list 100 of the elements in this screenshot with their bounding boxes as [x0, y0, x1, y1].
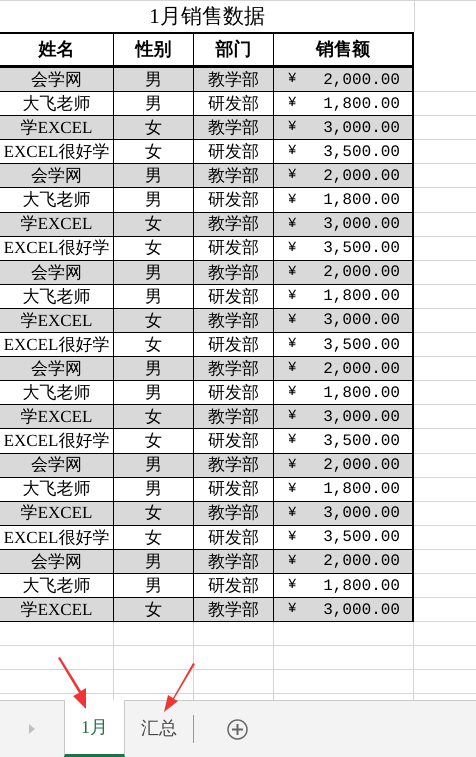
amount: 3,000.00 — [323, 600, 400, 621]
table-cell: EXCEL很好学 — [0, 140, 114, 164]
table-cell: 教学部 — [194, 164, 274, 188]
table-cell: 学EXCEL — [0, 116, 114, 140]
table-cell: 研发部 — [194, 478, 274, 501]
table-cell: 男 — [114, 164, 194, 188]
currency-symbol: ¥ — [288, 70, 296, 90]
currency-symbol: ¥ — [288, 238, 296, 258]
table-cell: 研发部 — [194, 92, 274, 116]
table-cell: 女 — [114, 502, 194, 525]
amount: 3,000.00 — [323, 406, 400, 428]
table-cell: 女 — [114, 140, 194, 164]
table-cell: 研发部 — [194, 526, 274, 549]
amount: 1,800.00 — [323, 382, 400, 404]
table-cell: 教学部 — [194, 308, 274, 332]
table-cell: 学EXCEL — [0, 308, 114, 332]
table-cell: 男 — [114, 574, 194, 598]
table-cell: 大飞老师 — [0, 92, 114, 116]
table-cell: 教学部 — [194, 68, 274, 92]
amount: 3,000.00 — [323, 118, 400, 139]
table-cell: 男 — [114, 260, 194, 284]
table-cell: 研发部 — [194, 381, 274, 404]
column-header: 部门 — [194, 34, 274, 65]
table-cell: EXCEL很好学 — [0, 236, 114, 260]
table-cell: 会学网 — [0, 550, 114, 573]
table-cell: 女 — [114, 526, 194, 549]
table-cell: 男 — [114, 454, 194, 477]
currency-symbol: ¥ — [288, 504, 296, 523]
amount: 2,000.00 — [323, 358, 400, 380]
amount: 3,500.00 — [323, 527, 400, 548]
currency-symbol: ¥ — [288, 310, 296, 330]
amount: 1,800.00 — [323, 576, 400, 597]
table-cell: 男 — [114, 68, 194, 92]
amount: 2,000.00 — [323, 262, 400, 284]
table-cell: 大飞老师 — [0, 284, 114, 308]
table-cell: 女 — [114, 429, 194, 452]
currency-symbol: ¥ — [288, 456, 296, 475]
table-cell: 教学部 — [194, 550, 274, 573]
currency-symbol: ¥ — [288, 190, 296, 210]
table-cell: 教学部 — [194, 260, 274, 284]
currency-symbol: ¥ — [288, 94, 296, 114]
sheet-tab[interactable]: 1月 — [64, 700, 125, 757]
currency-symbol: ¥ — [288, 383, 296, 402]
table-cell: 男 — [114, 357, 194, 380]
table-cell: EXCEL很好学 — [0, 429, 114, 452]
amount: 3,500.00 — [323, 430, 400, 452]
table-cell: 会学网 — [0, 164, 114, 188]
table-cell: 大飞老师 — [0, 574, 114, 598]
table-cell: 研发部 — [194, 333, 274, 356]
amount: 3,000.00 — [323, 214, 400, 236]
amount: 2,000.00 — [323, 455, 400, 476]
currency-symbol: ¥ — [288, 286, 296, 306]
sheet-tab[interactable]: 汇总 — [125, 700, 193, 757]
table-cell: 男 — [114, 478, 194, 501]
currency-symbol: ¥ — [288, 552, 296, 571]
table-cell: EXCEL很好学 — [0, 526, 114, 549]
table-cell: 学EXCEL — [0, 212, 114, 236]
currency-symbol: ¥ — [288, 528, 296, 547]
table-cell: 教学部 — [194, 212, 274, 236]
currency-symbol: ¥ — [288, 407, 296, 426]
table-cell: 研发部 — [194, 188, 274, 212]
amount: 2,000.00 — [323, 551, 400, 572]
table-cell: 女 — [114, 236, 194, 260]
table-cell: 教学部 — [194, 454, 274, 477]
sheet-title: 1月销售数据 — [149, 6, 265, 27]
table-cell: 会学网 — [0, 357, 114, 380]
add-sheet-icon[interactable] — [226, 718, 248, 740]
table-cell: 男 — [114, 188, 194, 212]
table-cell: 男 — [114, 284, 194, 308]
table-cell: 研发部 — [194, 284, 274, 308]
table-cell: 学EXCEL — [0, 405, 114, 428]
amount: 3,000.00 — [323, 503, 400, 524]
table-cell: 会学网 — [0, 68, 114, 92]
amount: 1,800.00 — [323, 286, 400, 308]
table-cell: 教学部 — [194, 357, 274, 380]
table-cell: 教学部 — [194, 598, 274, 622]
table-cell: 会学网 — [0, 454, 114, 477]
table-cell: 研发部 — [194, 429, 274, 452]
table-cell: 大飞老师 — [0, 478, 114, 501]
table-cell: 女 — [114, 212, 194, 236]
table-cell: EXCEL很好学 — [0, 333, 114, 356]
currency-symbol: ¥ — [288, 262, 296, 282]
currency-symbol: ¥ — [288, 214, 296, 234]
table-cell: 学EXCEL — [0, 502, 114, 525]
amount: 3,500.00 — [323, 142, 400, 163]
column-header: 销售额 — [314, 38, 371, 61]
table-cell: 教学部 — [194, 502, 274, 525]
column-header: 性别 — [114, 34, 194, 65]
currency-symbol: ¥ — [288, 431, 296, 450]
table-cell: 会学网 — [0, 260, 114, 284]
table-cell: 教学部 — [194, 405, 274, 428]
table-cell: 女 — [114, 598, 194, 622]
currency-symbol: ¥ — [288, 118, 296, 138]
table-cell: 女 — [114, 308, 194, 332]
table-cell: 研发部 — [194, 140, 274, 164]
amount: 3,000.00 — [323, 310, 400, 332]
table-cell: 男 — [114, 550, 194, 573]
amount: 1,800.00 — [323, 94, 400, 115]
amount: 2,000.00 — [323, 166, 400, 187]
table-cell: 女 — [114, 116, 194, 140]
